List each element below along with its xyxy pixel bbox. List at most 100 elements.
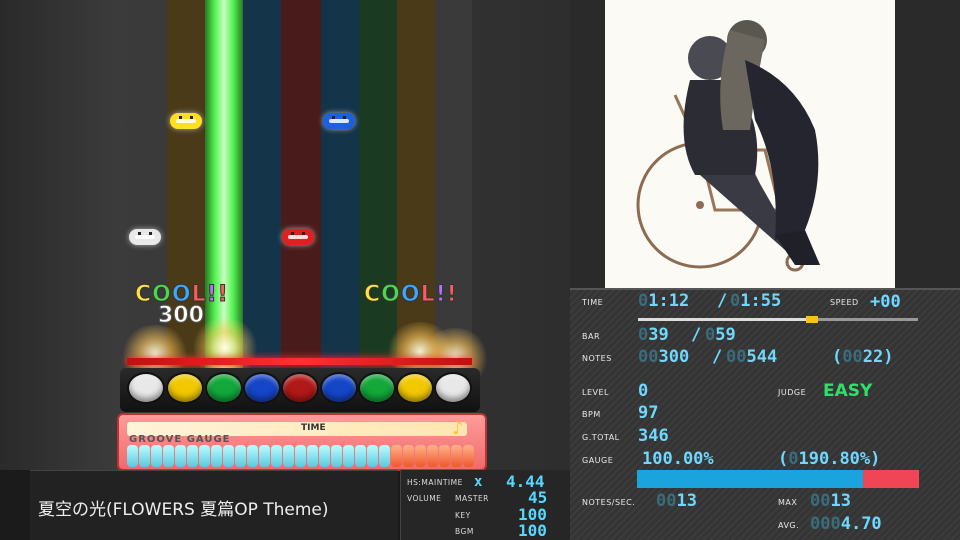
song-title-bar: 夏空の光(FLOWERS 夏篇OP Theme) — [30, 470, 398, 540]
judge-letter: ! — [217, 282, 229, 308]
judge-line — [127, 358, 472, 365]
judge-letter: O — [400, 282, 421, 308]
time-label: TIME — [582, 298, 604, 307]
bpm-value: 97 — [638, 403, 659, 423]
key-blue[interactable] — [243, 372, 281, 404]
avg-value-num: 4.70 — [840, 514, 882, 534]
notes-extra: (0022) — [832, 347, 894, 367]
key-yellow[interactable] — [166, 372, 204, 404]
speed-label: SPEED — [830, 298, 859, 307]
key-green[interactable] — [358, 372, 396, 404]
gauge-segment — [331, 445, 342, 467]
music-note-icon: ♪ — [452, 418, 464, 439]
bar-total-value: 59 — [715, 325, 736, 345]
gauge-segment — [163, 445, 174, 467]
key-red[interactable] — [281, 372, 319, 404]
gauge-segment — [379, 445, 390, 467]
judge-letter: ! — [435, 282, 447, 308]
bgm-value: 100 — [518, 521, 547, 540]
combo-count: 300 — [158, 303, 205, 329]
lane-8 — [397, 0, 435, 370]
bgm-label: BGM — [455, 527, 474, 536]
gauge-segment — [415, 445, 426, 467]
lane-beam — [205, 0, 243, 370]
gauge-segment — [403, 445, 414, 467]
time-separator: / — [717, 291, 728, 311]
gauge-segment — [175, 445, 186, 467]
key-label: KEY — [455, 511, 471, 520]
master-label: MASTER — [455, 494, 489, 503]
max-value-num: 13 — [830, 491, 851, 511]
speed-value: +00 — [870, 292, 901, 312]
key-green[interactable] — [205, 372, 243, 404]
time-current: 01:12 — [638, 291, 690, 311]
bar-current: 039 — [638, 325, 669, 345]
judge-letter: L — [420, 282, 436, 308]
song-progress-fill — [638, 318, 812, 321]
gauge-extra: (0190.80%) — [778, 449, 881, 469]
gauge-segment — [127, 445, 138, 467]
judge-value: EASY — [823, 381, 873, 401]
gauge-segment — [295, 445, 306, 467]
gauge-segment — [391, 445, 402, 467]
gauge-segment — [187, 445, 198, 467]
avg-value: 0004.70 — [810, 514, 882, 534]
note-white — [129, 229, 161, 245]
avg-label: AVG. — [778, 521, 800, 530]
hs-x-mark: x — [474, 474, 483, 490]
key-blue[interactable] — [320, 372, 358, 404]
gtotal-value: 346 — [638, 426, 669, 446]
gauge-segment — [343, 445, 354, 467]
notes-separator: / — [712, 347, 723, 367]
key-yellow[interactable] — [396, 372, 434, 404]
lane-4 — [243, 0, 281, 370]
nps-value-num: 13 — [676, 491, 697, 511]
gauge-segment — [199, 445, 210, 467]
gauge-bar — [637, 470, 919, 488]
gauge-segment — [319, 445, 330, 467]
judge-letter: ! — [206, 282, 218, 308]
bar-separator: / — [691, 325, 702, 345]
gauge-segment — [139, 445, 150, 467]
notes-extra-value: 22 — [862, 347, 884, 367]
gauge-segment — [151, 445, 162, 467]
lane-9 — [435, 0, 472, 370]
judge-letter: O — [381, 282, 401, 308]
gauge-segment — [439, 445, 450, 467]
gauge-segment — [283, 445, 294, 467]
note-blue — [323, 113, 355, 129]
judge-label: JUDGE — [778, 388, 807, 397]
song-title: 夏空の光(FLOWERS 夏篇OP Theme) — [38, 500, 329, 520]
gauge-segment — [235, 445, 246, 467]
bar-total: 059 — [705, 325, 736, 345]
key-white[interactable] — [127, 372, 165, 404]
time-current-value: 1:12 — [648, 291, 690, 311]
note-yellow — [170, 113, 202, 129]
notes-current: 00300 — [638, 347, 690, 367]
lane-5 — [281, 0, 321, 370]
gauge-segment — [367, 445, 378, 467]
volume-label: VOLUME — [407, 494, 442, 503]
gauge-extra-value: 190.80% — [798, 449, 871, 469]
gauge-segment — [259, 445, 270, 467]
hs-maintime-label: HS:MAINTIME — [407, 478, 463, 487]
judge-letter: C — [363, 282, 382, 308]
max-value: 0013 — [810, 491, 851, 511]
level-label: LEVEL — [582, 388, 609, 397]
gauge-segment — [211, 445, 222, 467]
judge-cool-right: COOL!! — [363, 282, 458, 308]
lane-6 — [321, 0, 359, 370]
gauge-segment — [307, 445, 318, 467]
gauge-value: 100.00% — [642, 449, 714, 469]
gauge-segment — [463, 445, 474, 467]
gauge-label: GAUGE — [582, 456, 614, 465]
level-value: 0 — [638, 381, 649, 401]
note-red — [282, 229, 314, 245]
gauge-segment — [271, 445, 282, 467]
notes-label: NOTES — [582, 354, 612, 363]
key-white[interactable] — [434, 372, 472, 404]
gtotal-label: G.TOTAL — [582, 433, 620, 442]
info-box: HS:MAINTIME x 4.44 VOLUME MASTER 45 KEY … — [400, 470, 570, 540]
time-total: 01:55 — [730, 291, 782, 311]
gauge-segment — [427, 445, 438, 467]
